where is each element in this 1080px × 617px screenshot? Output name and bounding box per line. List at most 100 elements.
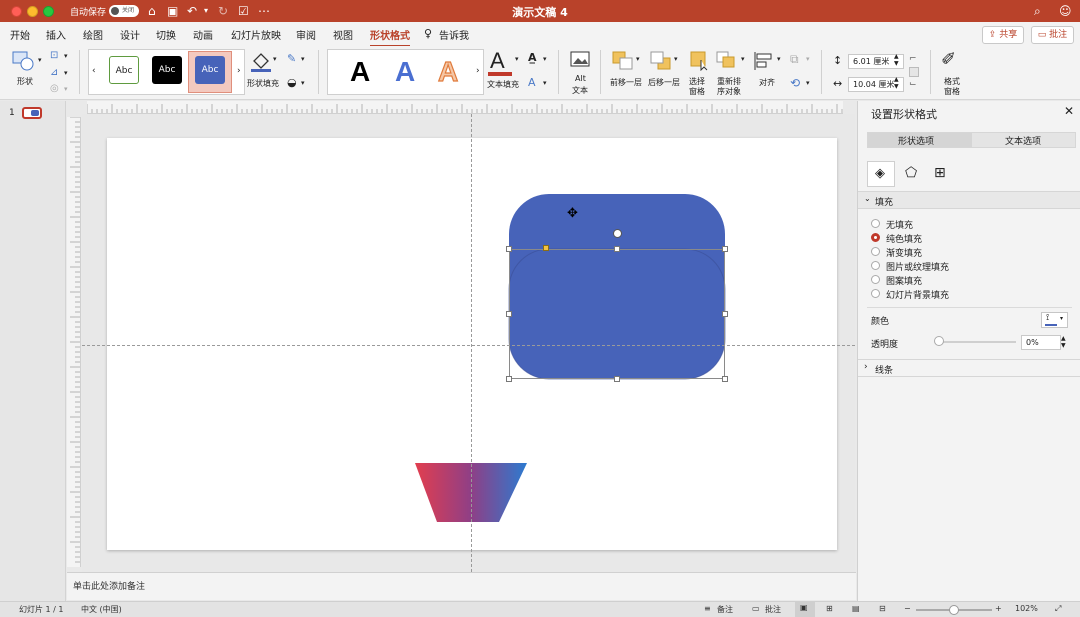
notes-pane[interactable]: 单击此处添加备注 [67, 572, 856, 600]
reading-view-icon[interactable]: ▤ [852, 604, 860, 613]
fit-to-window-icon[interactable]: ⤢ [1055, 604, 1061, 614]
size-properties-category-icon[interactable]: ⊞ [934, 165, 946, 181]
text-effects-dropdown-icon[interactable]: ▾ [543, 79, 547, 87]
shape-style-3[interactable]: Abc [195, 56, 225, 84]
text-effects-icon[interactable]: A [528, 76, 536, 89]
shapes-label[interactable]: 形状 [17, 76, 33, 87]
resize-handle[interactable] [506, 376, 512, 382]
group-dropdown-icon[interactable]: ▾ [806, 55, 810, 63]
send-backward-label[interactable]: 后移一层 [648, 77, 680, 88]
shape-style-1[interactable]: Abc [109, 56, 139, 84]
height-stepper[interactable]: ▲ ▼ [894, 53, 899, 67]
transparency-slider-thumb[interactable] [934, 336, 944, 346]
gallery-next-icon[interactable]: › [237, 66, 241, 76]
wordart-style-1[interactable]: A [350, 56, 370, 88]
merge-dropdown-icon[interactable]: ▾ [64, 85, 68, 93]
radio-solid-fill[interactable] [871, 233, 880, 242]
resize-handle[interactable] [506, 311, 512, 317]
fill-section-header[interactable]: ⌄ 填充 [858, 191, 1080, 209]
zoom-level[interactable]: 102% [1015, 604, 1038, 613]
wordart-style-3[interactable]: A [437, 55, 458, 88]
normal-view-button[interactable]: ▣ [795, 602, 815, 617]
resize-handle[interactable] [722, 376, 728, 382]
rotate-handle[interactable] [613, 229, 622, 238]
account-icon[interactable]: ☺ [1059, 3, 1072, 19]
edit-shape-icon[interactable]: ⊿ [50, 67, 58, 78]
tab-transitions[interactable]: 切换 [156, 27, 176, 42]
radio-slide-background-fill[interactable] [871, 289, 880, 298]
comments-toggle[interactable]: 批注 [765, 604, 781, 615]
tab-shape-format[interactable]: 形状格式 [370, 27, 410, 47]
bring-forward-dropdown-icon[interactable]: ▾ [636, 55, 640, 63]
tab-animations[interactable]: 动画 [193, 27, 213, 42]
align-label[interactable]: 对齐 [759, 77, 775, 88]
outline-dropdown-icon[interactable]: ▾ [301, 55, 305, 63]
tab-review[interactable]: 审阅 [296, 27, 316, 42]
tab-draw[interactable]: 绘图 [83, 27, 103, 42]
resize-handle[interactable] [614, 376, 620, 382]
slide[interactable]: ✥ [107, 138, 837, 550]
tell-me[interactable]: 告诉我 [439, 27, 469, 42]
text-outline-icon[interactable]: A̲ [528, 51, 537, 64]
share-button[interactable]: ⇪ 共享 [982, 26, 1024, 44]
group-icon[interactable]: ⧉ [790, 52, 799, 67]
notes-toggle[interactable]: 备注 [717, 604, 733, 615]
vertical-guide[interactable] [471, 114, 472, 572]
tab-design[interactable]: 设计 [120, 27, 140, 42]
align-dropdown-icon[interactable]: ▾ [777, 55, 781, 63]
resize-handle[interactable] [506, 246, 512, 252]
comments-button[interactable]: ▭ 批注 [1031, 26, 1074, 44]
horizontal-guide[interactable] [82, 345, 855, 346]
rotate-icon[interactable]: ⟲ [790, 76, 800, 90]
width-stepper[interactable]: ▲ ▼ [894, 76, 899, 90]
effects-dropdown-icon[interactable]: ▾ [301, 79, 305, 87]
language-status[interactable]: 中文 (中国) [81, 604, 122, 615]
wordart-style-2[interactable]: A [395, 56, 415, 88]
fill-line-category[interactable]: ◈ [867, 161, 895, 187]
text-fill-label[interactable]: 文本填充 [487, 79, 519, 90]
tab-shape-options[interactable]: 形状选项 [868, 133, 972, 147]
format-pane-icon[interactable]: ✐ [941, 49, 956, 70]
shape-fill-label[interactable]: 形状填充 [247, 78, 279, 89]
tab-view[interactable]: 视图 [333, 27, 353, 42]
resize-handle[interactable] [614, 246, 620, 252]
shape-outline-icon[interactable]: ✎ [287, 52, 296, 65]
alt-text-label-1[interactable]: Alt [575, 74, 586, 83]
slideshow-icon[interactable]: ⊟ [879, 604, 886, 613]
adjust-handle[interactable] [543, 245, 549, 251]
reorder-label-2[interactable]: 序对象 [717, 86, 741, 97]
wordart-next-icon[interactable]: › [476, 66, 480, 76]
alt-text-icon[interactable] [570, 51, 590, 69]
bring-forward-label[interactable]: 前移一层 [610, 77, 642, 88]
shape-effects-icon[interactable]: ◒ [287, 76, 297, 89]
slide-sorter-icon[interactable]: ⊞ [826, 604, 833, 613]
text-outline-dropdown-icon[interactable]: ▾ [543, 55, 547, 63]
send-backward-dropdown-icon[interactable]: ▾ [674, 55, 678, 63]
reorder-objects-icon[interactable] [716, 51, 738, 71]
format-pane-label-2[interactable]: 窗格 [944, 86, 960, 97]
line-section-header[interactable]: › 线条 [858, 359, 1080, 377]
notes-toggle-icon[interactable]: ≡ [704, 604, 711, 613]
resize-handle[interactable] [722, 311, 728, 317]
radio-no-fill[interactable] [871, 219, 880, 228]
bring-forward-icon[interactable] [612, 51, 634, 71]
comments-toggle-icon[interactable]: ▭ [752, 604, 760, 613]
zoom-slider-thumb[interactable] [949, 605, 959, 615]
radio-picture-fill[interactable] [871, 261, 880, 270]
gallery-prev-icon[interactable]: ‹ [92, 66, 96, 76]
alt-text-label-2[interactable]: 文本 [572, 85, 588, 96]
text-fill-dropdown-icon[interactable]: ▾ [515, 55, 519, 63]
shapes-icon[interactable] [12, 51, 36, 71]
shape-style-2[interactable]: Abc [152, 56, 182, 84]
rotate-dropdown-icon[interactable]: ▾ [806, 79, 810, 87]
transparency-input[interactable]: 0% [1021, 335, 1061, 350]
send-backward-icon[interactable] [650, 51, 672, 71]
paint-bucket-icon[interactable] [250, 51, 272, 73]
zoom-in-icon[interactable]: + [995, 604, 1002, 613]
merge-shapes-icon[interactable]: ◎ [50, 83, 59, 94]
color-picker-button[interactable]: ⟟ ▾ [1041, 312, 1068, 328]
selection-box[interactable] [509, 249, 725, 379]
edit-shape-dropdown-icon[interactable]: ▾ [64, 69, 68, 77]
tab-home[interactable]: 开始 [10, 27, 30, 42]
zoom-out-icon[interactable]: − [904, 604, 911, 613]
